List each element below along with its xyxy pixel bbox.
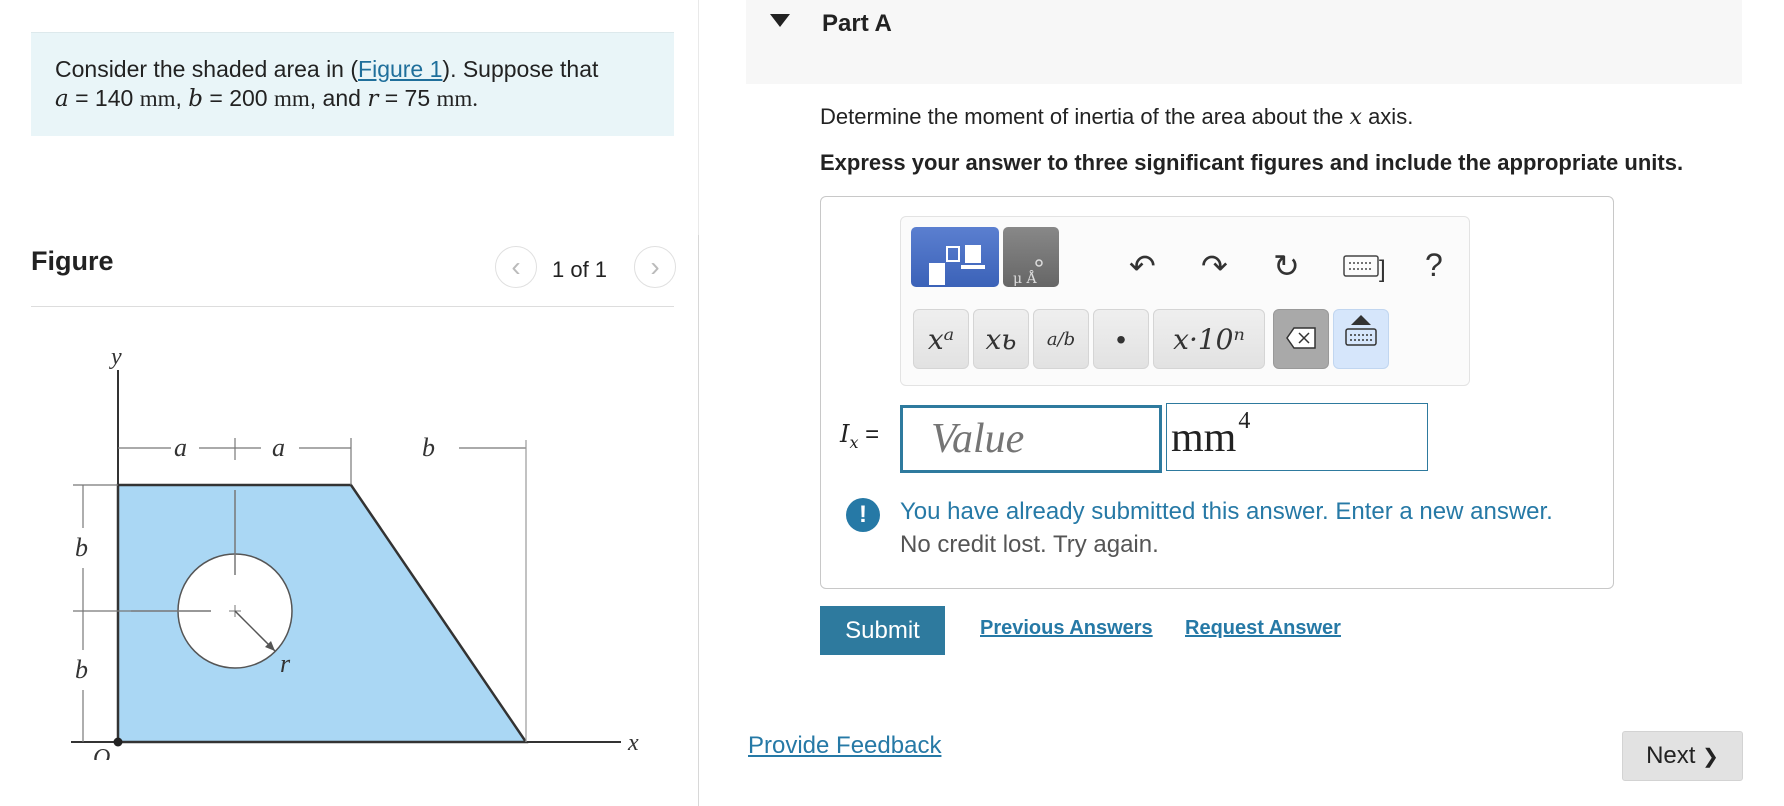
panel-divider xyxy=(698,0,699,235)
units-input[interactable]: mm4 xyxy=(1166,403,1428,471)
scientific-notation-key[interactable]: x·10ⁿ xyxy=(1153,309,1265,369)
next-figure-button[interactable]: › xyxy=(634,246,676,288)
symbols-button[interactable]: μ Å xyxy=(1003,227,1059,287)
subscript-key[interactable]: xь xyxy=(973,309,1029,369)
dot-key[interactable]: • xyxy=(1093,309,1149,369)
figure-link[interactable]: Figure 1 xyxy=(358,56,442,82)
redo-icon[interactable]: ↷ xyxy=(1201,247,1228,285)
answer-label: Ix = xyxy=(840,420,880,452)
keyboard-up-icon xyxy=(1345,315,1377,346)
fraction-key[interactable]: a/b xyxy=(1033,309,1089,369)
figure-header: Figure ‹ 1 of 1 › xyxy=(31,240,676,307)
dim-label-a: a xyxy=(174,433,187,462)
chevron-right-icon: ❯ xyxy=(1702,746,1719,768)
request-answer-link[interactable]: Request Answer xyxy=(1185,617,1341,640)
dim-label-b: b xyxy=(75,533,88,562)
y-axis-label: y xyxy=(109,344,122,370)
dim-label-b: b xyxy=(422,433,435,462)
answer-instruction: Express your answer to three significant… xyxy=(820,150,1684,175)
value-input[interactable] xyxy=(900,405,1162,473)
submit-button[interactable]: Submit xyxy=(820,606,945,655)
figure-pager: 1 of 1 xyxy=(552,257,608,282)
svg-text:μ Å: μ Å xyxy=(1013,269,1038,287)
math-toolbar: μ Å ↶ ↷ ↻ ] ? xᵃ xь a/b • x·10ⁿ xyxy=(900,216,1470,386)
reset-icon[interactable]: ↻ xyxy=(1273,247,1300,285)
keyboard-shortcuts-button[interactable]: ] xyxy=(1343,255,1386,284)
templates-icon xyxy=(929,245,985,285)
templates-button[interactable] xyxy=(911,227,999,287)
backspace-icon xyxy=(1286,327,1316,349)
alert-message: You have already submitted this answer. … xyxy=(900,498,1553,525)
origin-label: O xyxy=(93,745,110,760)
power-key[interactable]: xᵃ xyxy=(913,309,969,369)
problem-statement: Consider the shaded area in (Figure 1). … xyxy=(31,32,674,136)
part-title: Part A xyxy=(822,10,892,37)
alert-icon: ! xyxy=(846,498,880,532)
radius-label: r xyxy=(280,649,291,678)
next-button[interactable]: Next ❯ xyxy=(1622,731,1743,781)
prev-figure-button[interactable]: ‹ xyxy=(495,246,537,288)
provide-feedback-link[interactable]: Provide Feedback xyxy=(748,732,941,760)
keyboard-toggle-key[interactable] xyxy=(1333,309,1389,369)
chevron-right-icon: › xyxy=(650,251,660,282)
x-axis-label: x xyxy=(627,730,639,756)
origin-point xyxy=(113,737,123,747)
symbols-icon: μ Å xyxy=(1013,259,1043,287)
backspace-key[interactable] xyxy=(1273,309,1329,369)
help-button[interactable]: ? xyxy=(1425,247,1443,284)
part-a-header[interactable]: Part A xyxy=(746,0,1742,84)
keyboard-icon xyxy=(1343,255,1379,277)
dim-label-a: a xyxy=(272,433,285,462)
caret-down-icon xyxy=(770,14,790,27)
dim-label-b: b xyxy=(75,655,88,684)
alert-subtext: No credit lost. Try again. xyxy=(900,531,1159,558)
panel-divider xyxy=(698,235,699,806)
figure-title: Figure xyxy=(31,246,114,276)
figure-panel: Consider the shaded area in (Figure 1). … xyxy=(0,0,700,806)
question-text: Determine the moment of inertia of the a… xyxy=(820,104,1414,130)
shaded-area-figure: y x O a a b b b r xyxy=(71,344,639,760)
chevron-left-icon: ‹ xyxy=(511,251,521,282)
previous-answers-link[interactable]: Previous Answers xyxy=(980,617,1153,640)
undo-icon[interactable]: ↶ xyxy=(1129,247,1156,285)
